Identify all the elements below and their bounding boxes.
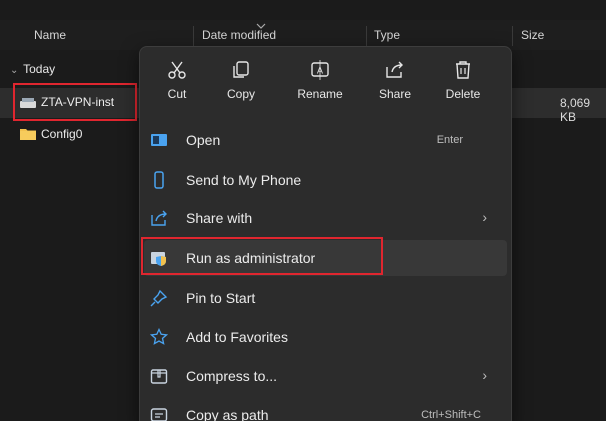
share-label: Share (378, 87, 412, 101)
menu-label: Pin to Start (186, 290, 256, 306)
menu-label: Run as administrator (186, 250, 316, 266)
file-name-cell: Config0 (20, 127, 82, 141)
menu-label: Send to My Phone (186, 172, 302, 188)
file-explorer-window: Name Date modified Type Size ⌄ Today ZTA… (0, 0, 606, 421)
menu-label: Share with (186, 210, 253, 226)
menu-item-pin-to-start[interactable]: Pin to Start (144, 280, 507, 316)
file-name: Config0 (41, 127, 83, 141)
delete-label: Delete (445, 87, 481, 101)
rename-button[interactable]: A Rename (288, 55, 352, 113)
context-menu: Cut Copy A Rename (139, 46, 512, 421)
shield-admin-icon (151, 252, 166, 266)
menu-label: Open (186, 132, 221, 148)
menu-item-open[interactable]: Open Enter (144, 122, 507, 158)
chevron-right-icon: › (482, 209, 487, 225)
menu-label: Copy as path (186, 407, 269, 421)
svg-text:A: A (317, 67, 324, 77)
column-divider[interactable] (366, 26, 367, 46)
quick-actions-bar: Cut Copy A Rename (140, 55, 511, 113)
installer-file-icon (20, 98, 36, 108)
pin-icon (150, 289, 168, 307)
file-name-cell: ZTA-VPN-inst (20, 95, 114, 109)
phone-icon (154, 171, 164, 189)
chevron-right-icon: › (482, 367, 487, 383)
menu-item-send-to-phone[interactable]: Send to My Phone (144, 162, 507, 198)
rename-icon: A (311, 60, 329, 80)
star-icon (150, 328, 168, 345)
copy-button[interactable]: Copy (209, 55, 273, 113)
copy-label: Copy (226, 87, 255, 101)
menu-item-add-to-favorites[interactable]: Add to Favorites (144, 319, 507, 355)
share-with-icon (151, 210, 167, 226)
cut-label: Cut (167, 87, 187, 101)
menu-item-copy-as-path[interactable]: Copy as path Ctrl+Shift+C (144, 397, 507, 421)
column-divider[interactable] (193, 26, 194, 46)
copy-icon (233, 61, 249, 78)
copy-path-icon (150, 408, 168, 421)
cut-button[interactable]: Cut (145, 55, 209, 113)
menu-item-share-with[interactable]: Share with › (144, 200, 507, 236)
menu-item-compress-to[interactable]: Compress to... › (144, 358, 507, 394)
compress-icon (150, 369, 168, 384)
menu-label: Add to Favorites (186, 329, 288, 345)
menu-shortcut: Enter (436, 134, 463, 146)
folder-icon (20, 129, 36, 140)
menu-label: Compress to... (186, 368, 278, 384)
file-name: ZTA-VPN-inst (41, 95, 115, 109)
cut-icon (168, 61, 186, 79)
menu-item-run-as-administrator[interactable]: Run as administrator (144, 240, 507, 276)
delete-button[interactable]: Delete (431, 55, 495, 113)
group-label: Today (23, 62, 56, 76)
share-icon (386, 61, 403, 78)
column-size[interactable]: Size (521, 20, 544, 50)
column-name[interactable]: Name (34, 20, 66, 50)
chevron-down-icon: ⌄ (10, 65, 19, 76)
rename-label: Rename (297, 87, 343, 101)
delete-icon (456, 61, 470, 79)
share-button[interactable]: Share (363, 55, 427, 113)
menu-shortcut: Ctrl+Shift+C (421, 409, 481, 421)
column-divider[interactable] (512, 26, 513, 46)
open-app-icon (151, 134, 167, 146)
group-header-today[interactable]: ⌄ Today (10, 62, 55, 76)
